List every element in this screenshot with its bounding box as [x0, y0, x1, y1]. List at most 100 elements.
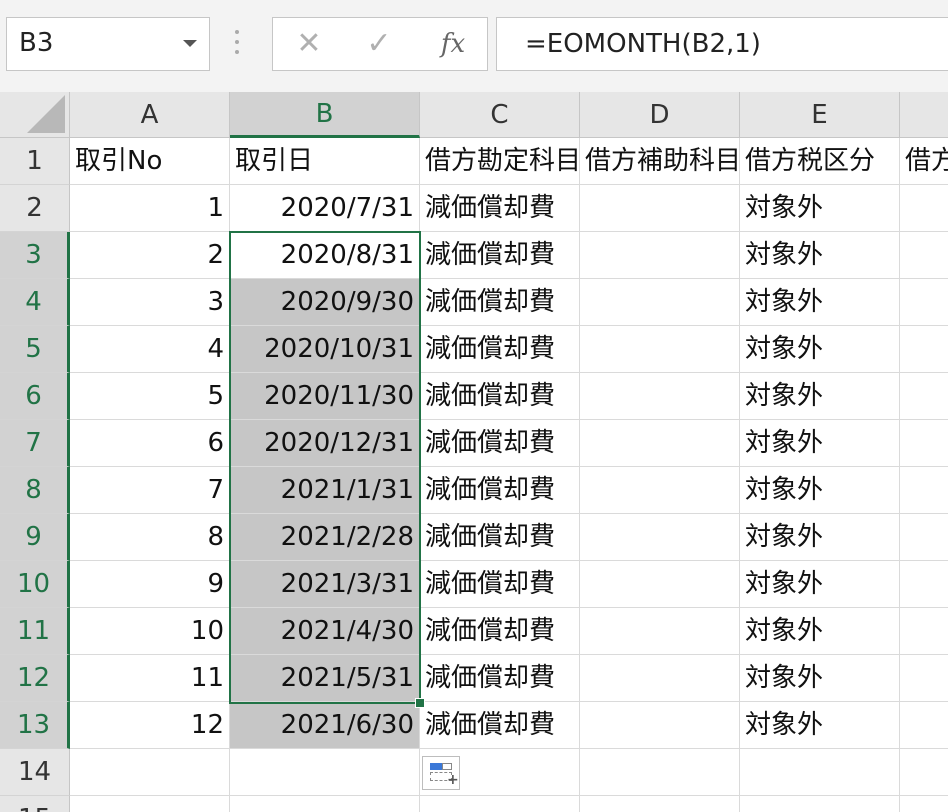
enter-icon[interactable]: ✓ [359, 24, 399, 64]
cell-E1[interactable]: 借方税区分 [740, 138, 900, 185]
cell-C3[interactable]: 減価償却費 [420, 232, 580, 279]
row-header-13[interactable]: 13 [0, 702, 70, 749]
cell-B11[interactable]: 2021/4/30 [230, 608, 420, 655]
cell-B4[interactable]: 2020/9/30 [230, 279, 420, 326]
cell-A13[interactable]: 12 [70, 702, 230, 749]
row-header-11[interactable]: 11 [0, 608, 70, 655]
cell-A7[interactable]: 6 [70, 420, 230, 467]
cell-D7[interactable] [580, 420, 740, 467]
cell-B7[interactable]: 2020/12/31 [230, 420, 420, 467]
row-header-8[interactable]: 8 [0, 467, 70, 514]
cell-A10[interactable]: 9 [70, 561, 230, 608]
cell-E6[interactable]: 対象外 [740, 373, 900, 420]
cell-E2[interactable]: 対象外 [740, 185, 900, 232]
cell-B13[interactable]: 2021/6/30 [230, 702, 420, 749]
row-header-1[interactable]: 1 [0, 138, 70, 185]
cell-F7[interactable] [900, 420, 948, 467]
row-header-9[interactable]: 9 [0, 514, 70, 561]
cell-D6[interactable] [580, 373, 740, 420]
cell-C7[interactable]: 減価償却費 [420, 420, 580, 467]
cell-E3[interactable]: 対象外 [740, 232, 900, 279]
formula-bar-grip-icon[interactable] [235, 30, 239, 58]
cell-D13[interactable] [580, 702, 740, 749]
formula-input[interactable] [525, 26, 925, 62]
cell-D11[interactable] [580, 608, 740, 655]
cell-D14[interactable] [580, 749, 740, 796]
cell-C12[interactable]: 減価償却費 [420, 655, 580, 702]
cell-E5[interactable]: 対象外 [740, 326, 900, 373]
cell-B8[interactable]: 2021/1/31 [230, 467, 420, 514]
cell-F5[interactable] [900, 326, 948, 373]
cell-A1[interactable]: 取引No [70, 138, 230, 185]
cell-E8[interactable]: 対象外 [740, 467, 900, 514]
cell-F14[interactable] [900, 749, 948, 796]
cell-C11[interactable]: 減価償却費 [420, 608, 580, 655]
cell-D8[interactable] [580, 467, 740, 514]
cell-C1[interactable]: 借方勘定科目 [420, 138, 580, 185]
row-header-14[interactable]: 14 [0, 749, 70, 796]
cell-A6[interactable]: 5 [70, 373, 230, 420]
column-header-C[interactable]: C [420, 92, 580, 138]
cell-E10[interactable]: 対象外 [740, 561, 900, 608]
column-header-D[interactable]: D [580, 92, 740, 138]
cell-F1[interactable]: 借方 [900, 138, 948, 185]
cell-B2[interactable]: 2020/7/31 [230, 185, 420, 232]
cell-D12[interactable] [580, 655, 740, 702]
column-header-B[interactable]: B [230, 92, 420, 138]
cell-F12[interactable] [900, 655, 948, 702]
cell-F8[interactable] [900, 467, 948, 514]
cell-C10[interactable]: 減価償却費 [420, 561, 580, 608]
cell-A8[interactable]: 7 [70, 467, 230, 514]
cell-D2[interactable] [580, 185, 740, 232]
cell-B3[interactable]: 2020/8/31 [230, 232, 420, 279]
cell-D5[interactable] [580, 326, 740, 373]
row-header-4[interactable]: 4 [0, 279, 70, 326]
cell-B5[interactable]: 2020/10/31 [230, 326, 420, 373]
cell-E9[interactable]: 対象外 [740, 514, 900, 561]
cell-C8[interactable]: 減価償却費 [420, 467, 580, 514]
cell-D4[interactable] [580, 279, 740, 326]
cell-A11[interactable]: 10 [70, 608, 230, 655]
cell-A15[interactable] [70, 796, 230, 812]
cell-A3[interactable]: 2 [70, 232, 230, 279]
cell-D9[interactable] [580, 514, 740, 561]
cell-A2[interactable]: 1 [70, 185, 230, 232]
cell-B10[interactable]: 2021/3/31 [230, 561, 420, 608]
cell-B15[interactable] [230, 796, 420, 812]
cell-D1[interactable]: 借方補助科目 [580, 138, 740, 185]
cell-E13[interactable]: 対象外 [740, 702, 900, 749]
cell-D3[interactable] [580, 232, 740, 279]
cell-A4[interactable]: 3 [70, 279, 230, 326]
row-header-3[interactable]: 3 [0, 232, 70, 279]
cell-D15[interactable] [580, 796, 740, 812]
cell-E12[interactable]: 対象外 [740, 655, 900, 702]
row-header-7[interactable]: 7 [0, 420, 70, 467]
fill-handle[interactable] [415, 698, 425, 708]
cell-F11[interactable] [900, 608, 948, 655]
cell-F9[interactable] [900, 514, 948, 561]
cell-F10[interactable] [900, 561, 948, 608]
cell-B14[interactable] [230, 749, 420, 796]
cell-F3[interactable] [900, 232, 948, 279]
cell-E7[interactable]: 対象外 [740, 420, 900, 467]
cell-C9[interactable]: 減価償却費 [420, 514, 580, 561]
cell-F15[interactable] [900, 796, 948, 812]
cell-F6[interactable] [900, 373, 948, 420]
cell-D10[interactable] [580, 561, 740, 608]
select-all-button[interactable] [0, 92, 70, 138]
cell-C13[interactable]: 減価償却費 [420, 702, 580, 749]
cell-C5[interactable]: 減価償却費 [420, 326, 580, 373]
cell-E15[interactable] [740, 796, 900, 812]
cell-B1[interactable]: 取引日 [230, 138, 420, 185]
cell-E11[interactable]: 対象外 [740, 608, 900, 655]
cell-E4[interactable]: 対象外 [740, 279, 900, 326]
row-header-5[interactable]: 5 [0, 326, 70, 373]
cell-B9[interactable]: 2021/2/28 [230, 514, 420, 561]
chevron-down-icon[interactable] [183, 40, 197, 47]
cell-B12[interactable]: 2021/5/31 [230, 655, 420, 702]
row-header-2[interactable]: 2 [0, 185, 70, 232]
cell-E14[interactable] [740, 749, 900, 796]
row-header-12[interactable]: 12 [0, 655, 70, 702]
cell-A5[interactable]: 4 [70, 326, 230, 373]
row-header-10[interactable]: 10 [0, 561, 70, 608]
